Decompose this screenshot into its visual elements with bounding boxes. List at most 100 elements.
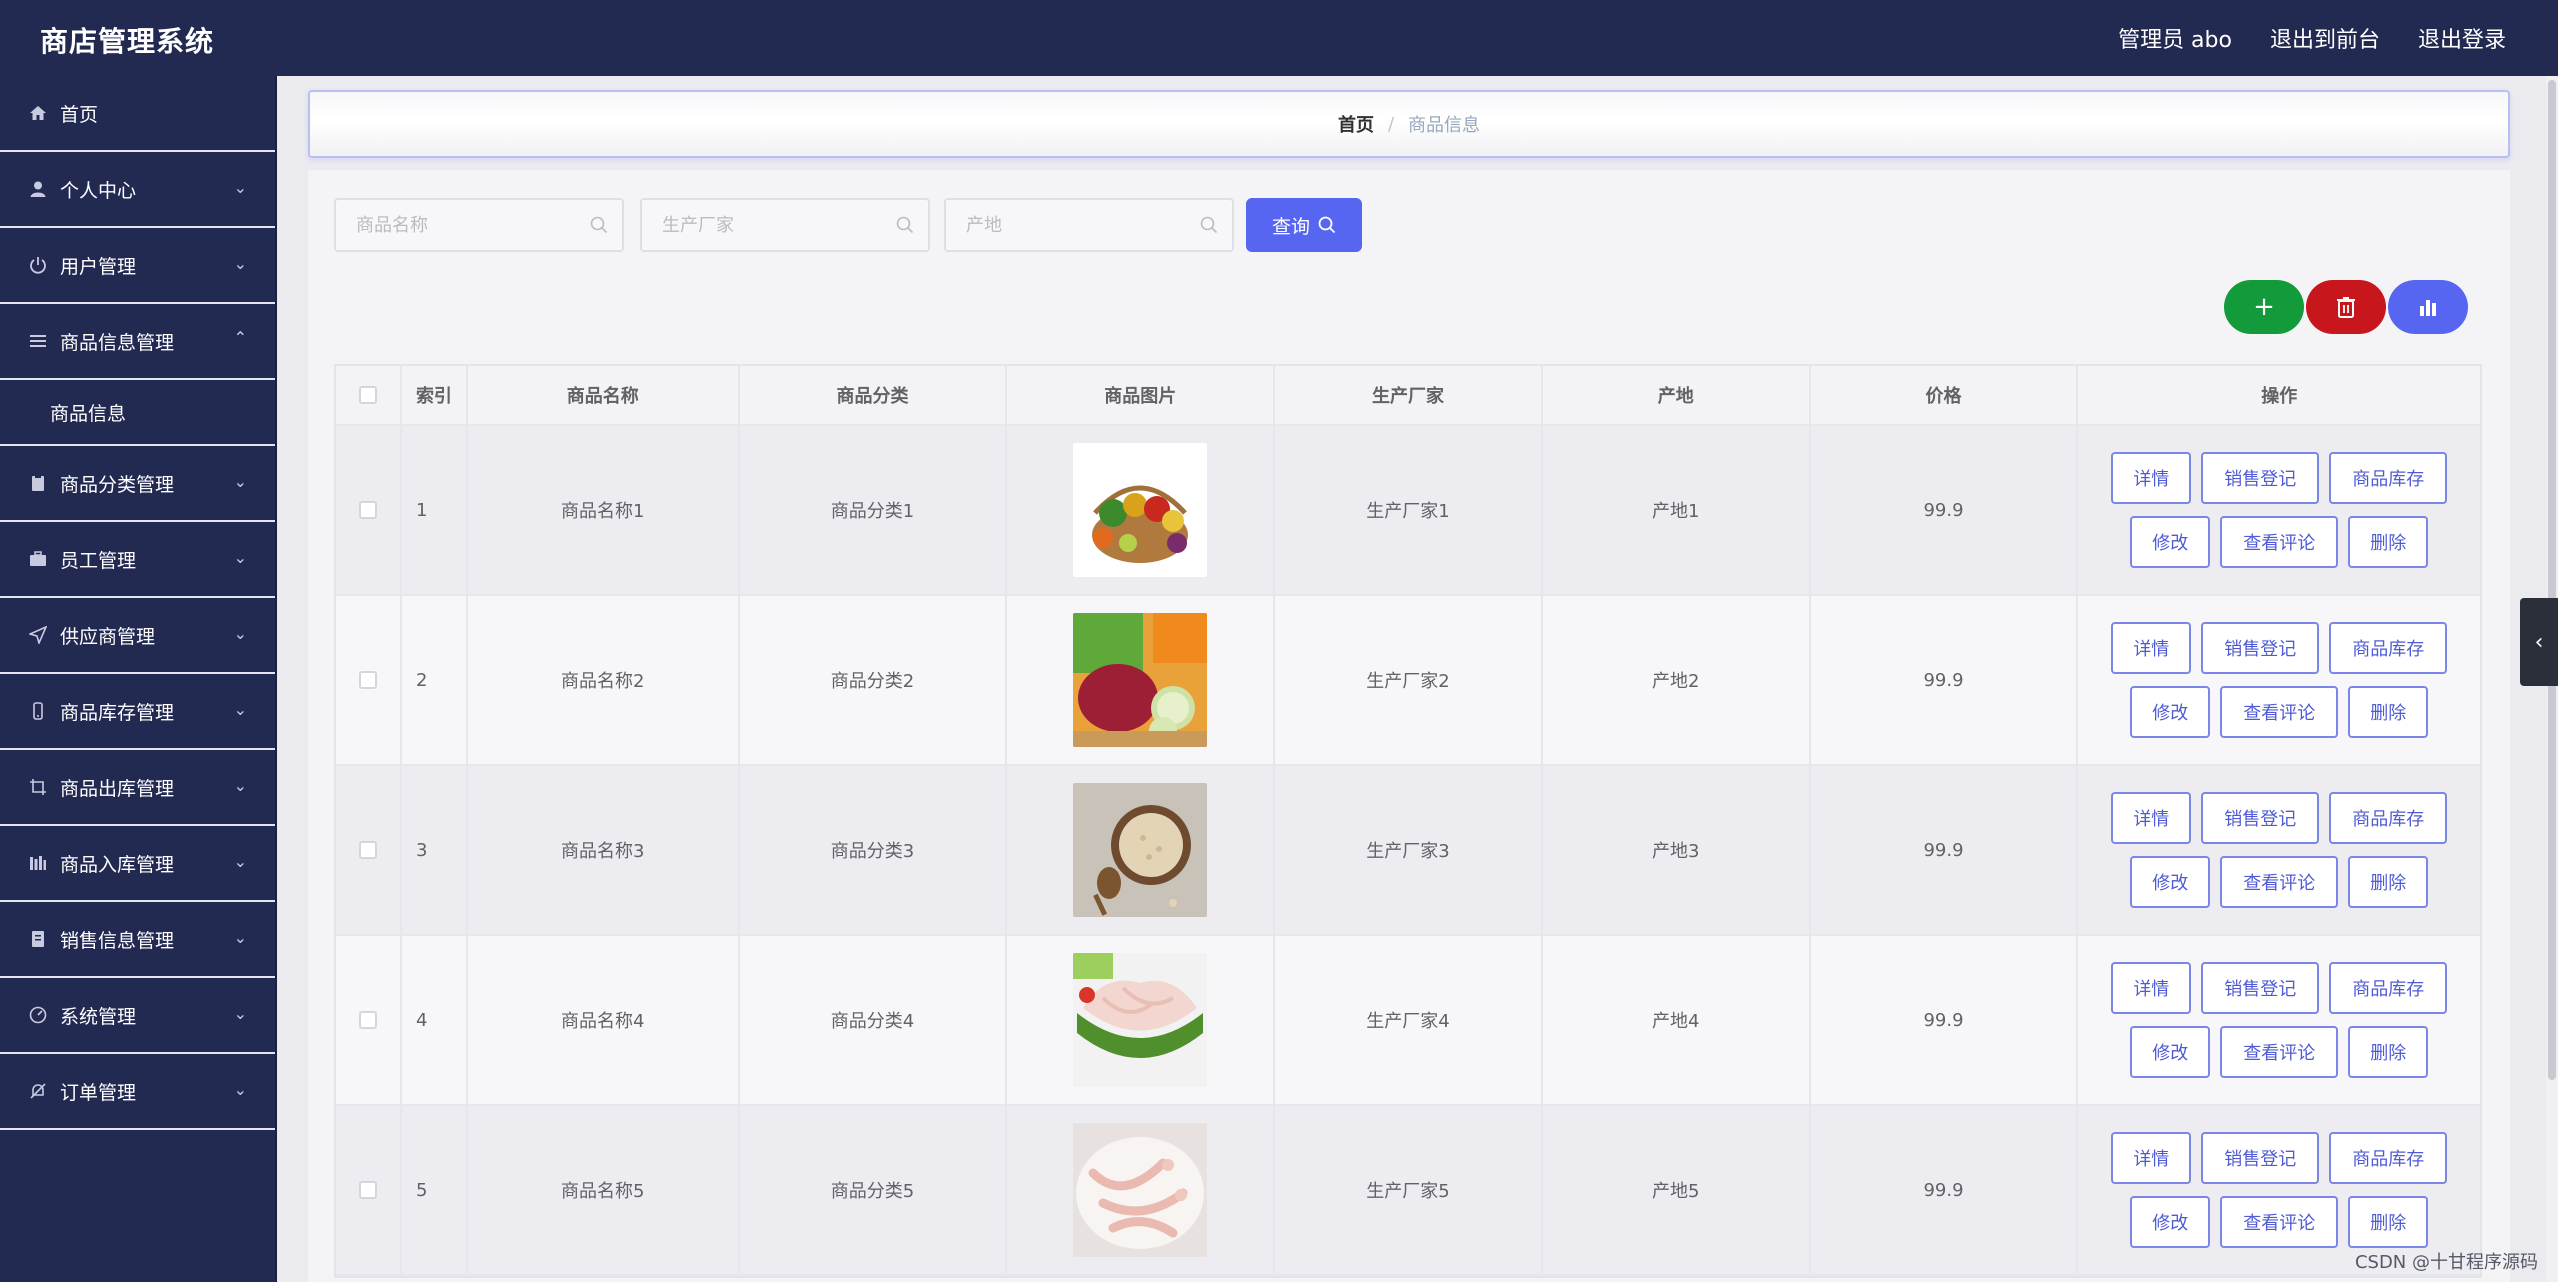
add-button[interactable]: + bbox=[2224, 280, 2304, 334]
stock-button[interactable]: 商品库存 bbox=[2329, 792, 2448, 844]
stock-button[interactable]: 商品库存 bbox=[2329, 452, 2448, 504]
sidebar-item-label: 用户管理 bbox=[60, 255, 137, 278]
row-checkbox[interactable] bbox=[358, 671, 377, 689]
chevron-down-icon: ⌄ bbox=[233, 178, 247, 197]
admin-user-label[interactable]: 管理员 abo bbox=[2118, 22, 2232, 54]
query-button[interactable]: 查询 bbox=[1246, 198, 1362, 252]
row-index: 3 bbox=[402, 766, 468, 934]
sidebar-item-stock[interactable]: 商品库存管理 ⌄ bbox=[0, 674, 275, 750]
delete-button[interactable]: 删除 bbox=[2348, 1196, 2429, 1248]
sidebar-item-product-info[interactable]: 商品信息管理 ⌃ bbox=[0, 304, 275, 380]
sidebar-item-label: 销售信息管理 bbox=[60, 929, 175, 952]
view-comments-button[interactable]: 查看评论 bbox=[2220, 1026, 2339, 1078]
row-checkbox[interactable] bbox=[358, 1011, 377, 1029]
row-maker: 生产厂家5 bbox=[1275, 1106, 1543, 1274]
select-all-checkbox[interactable] bbox=[358, 386, 377, 404]
crop-icon bbox=[28, 777, 48, 797]
column-header-price: 价格 bbox=[1811, 366, 2079, 424]
sidebar-item-staff[interactable]: 员工管理 ⌄ bbox=[0, 522, 275, 598]
plus-icon: + bbox=[2253, 292, 2275, 322]
row-price: 99.9 bbox=[1811, 766, 2079, 934]
sidebar-item-profile[interactable]: 个人中心 ⌄ bbox=[0, 152, 275, 228]
sale-register-button[interactable]: 销售登记 bbox=[2201, 962, 2320, 1014]
batch-delete-button[interactable] bbox=[2306, 280, 2386, 334]
sidebar-item-orders[interactable]: 订单管理 ⌄ bbox=[0, 1054, 275, 1130]
delete-button[interactable]: 删除 bbox=[2348, 1026, 2429, 1078]
detail-button[interactable]: 详情 bbox=[2111, 452, 2192, 504]
front-site-link[interactable]: 退出到前台 bbox=[2270, 22, 2380, 54]
stock-button[interactable]: 商品库存 bbox=[2329, 1132, 2448, 1184]
sidebar-item-outbound[interactable]: 商品出库管理 ⌄ bbox=[0, 750, 275, 826]
edit-button[interactable]: 修改 bbox=[2130, 686, 2211, 738]
view-comments-button[interactable]: 查看评论 bbox=[2220, 856, 2339, 908]
stock-button[interactable]: 商品库存 bbox=[2329, 962, 2448, 1014]
product-image[interactable] bbox=[1073, 1123, 1208, 1257]
row-checkbox[interactable] bbox=[358, 1181, 377, 1199]
detail-button[interactable]: 详情 bbox=[2111, 1132, 2192, 1184]
delete-button[interactable]: 删除 bbox=[2348, 686, 2429, 738]
detail-button[interactable]: 详情 bbox=[2111, 622, 2192, 674]
view-comments-button[interactable]: 查看评论 bbox=[2220, 686, 2339, 738]
sale-register-button[interactable]: 销售登记 bbox=[2201, 792, 2320, 844]
row-maker: 生产厂家2 bbox=[1275, 596, 1543, 764]
stock-button[interactable]: 商品库存 bbox=[2329, 622, 2448, 674]
page-scrollbar-thumb[interactable] bbox=[2548, 80, 2556, 1080]
table-row: 4 商品名称4 商品分类4 生产厂家4 产地4 99.9 详情 销售登记 商品库… bbox=[336, 936, 2480, 1106]
edit-button[interactable]: 修改 bbox=[2130, 1026, 2211, 1078]
sale-register-button[interactable]: 销售登记 bbox=[2201, 452, 2320, 504]
sidebar-item-label: 商品入库管理 bbox=[60, 853, 175, 876]
sale-register-button[interactable]: 销售登记 bbox=[2201, 622, 2320, 674]
breadcrumb-home[interactable]: 首页 bbox=[1338, 111, 1374, 137]
detail-button[interactable]: 详情 bbox=[2111, 962, 2192, 1014]
row-checkbox[interactable] bbox=[358, 501, 377, 519]
delete-button[interactable]: 删除 bbox=[2348, 856, 2429, 908]
sidebar-subitem-product-info[interactable]: 商品信息 bbox=[0, 380, 275, 446]
edit-button[interactable]: 修改 bbox=[2130, 516, 2211, 568]
row-name: 商品名称4 bbox=[468, 936, 740, 1104]
view-comments-button[interactable]: 查看评论 bbox=[2220, 516, 2339, 568]
sidebar-item-home[interactable]: 首页 bbox=[0, 76, 275, 152]
sidebar-item-system[interactable]: 系统管理 ⌄ bbox=[0, 978, 275, 1054]
statistics-button[interactable] bbox=[2388, 280, 2468, 334]
sidebar-item-users[interactable]: 用户管理 ⌄ bbox=[0, 228, 275, 304]
briefcase-icon bbox=[28, 549, 48, 569]
maker-input[interactable] bbox=[642, 200, 928, 250]
edit-button[interactable]: 修改 bbox=[2130, 1196, 2211, 1248]
chevron-down-icon: ⌄ bbox=[233, 700, 247, 719]
view-comments-button[interactable]: 查看评论 bbox=[2220, 1196, 2339, 1248]
chevron-down-icon: ⌄ bbox=[233, 624, 247, 643]
product-name-input[interactable] bbox=[336, 200, 622, 250]
row-index: 5 bbox=[402, 1106, 468, 1274]
row-checkbox[interactable] bbox=[358, 841, 377, 859]
sidebar-item-label: 员工管理 bbox=[60, 549, 137, 572]
edit-button[interactable]: 修改 bbox=[2130, 856, 2211, 908]
logout-link[interactable]: 退出登录 bbox=[2418, 22, 2506, 54]
delete-button[interactable]: 删除 bbox=[2348, 516, 2429, 568]
header-links: 管理员 abo 退出到前台 退出登录 bbox=[2118, 22, 2506, 54]
chevron-down-icon: ⌄ bbox=[233, 472, 247, 491]
sidebar-item-label: 商品出库管理 bbox=[60, 777, 175, 800]
sale-register-button[interactable]: 销售登记 bbox=[2201, 1132, 2320, 1184]
row-actions: 详情 销售登记 商品库存 修改 查看评论 删除 bbox=[2111, 622, 2448, 738]
breadcrumb-current: 商品信息 bbox=[1408, 115, 1481, 136]
product-image[interactable] bbox=[1073, 613, 1208, 747]
chevron-down-icon: ⌄ bbox=[233, 548, 247, 567]
sidebar-item-inbound[interactable]: 商品入库管理 ⌄ bbox=[0, 826, 275, 902]
sidebar-item-supplier[interactable]: 供应商管理 ⌄ bbox=[0, 598, 275, 674]
product-image[interactable] bbox=[1073, 783, 1208, 917]
product-table: 索引 商品名称 商品分类 商品图片 生产厂家 产地 价格 操作 1 商品名称1 … bbox=[334, 364, 2482, 1278]
maker-search-box bbox=[640, 198, 930, 252]
sidebar-item-category[interactable]: 商品分类管理 ⌄ bbox=[0, 446, 275, 522]
collapse-panel-tab[interactable]: ‹ bbox=[2520, 598, 2558, 686]
sidebar-item-label: 供应商管理 bbox=[60, 625, 156, 648]
detail-button[interactable]: 详情 bbox=[2111, 792, 2192, 844]
origin-input[interactable] bbox=[946, 200, 1232, 250]
row-index: 2 bbox=[402, 596, 468, 764]
user-icon bbox=[28, 179, 48, 199]
product-image[interactable] bbox=[1073, 443, 1208, 577]
row-price: 99.9 bbox=[1811, 596, 2079, 764]
sidebar-item-sales[interactable]: 销售信息管理 ⌄ bbox=[0, 902, 275, 978]
product-image[interactable] bbox=[1073, 953, 1208, 1087]
document-icon bbox=[28, 929, 48, 949]
chevron-down-icon: ⌄ bbox=[233, 928, 247, 947]
